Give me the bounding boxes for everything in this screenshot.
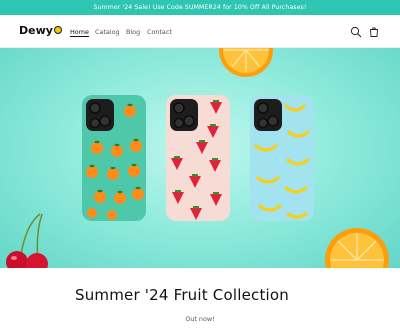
announcement-bar: Summer '24 Sale! Use Code SUMMER24 for 1… (0, 0, 400, 15)
collection-subtitle: Out now! (185, 315, 215, 323)
cherries (6, 213, 48, 268)
phone-case-oranges (82, 95, 146, 221)
nav-home[interactable]: Home (70, 28, 89, 36)
collection-title: Summer '24 Fruit Collection (74, 286, 290, 304)
phone-case-bananas (250, 95, 314, 221)
orange-slice-top (219, 48, 273, 77)
search-icon[interactable] (350, 26, 362, 38)
nav-catalog[interactable]: Catalog (95, 28, 120, 36)
hero-image (6, 48, 389, 268)
announcement-text: Summer '24 Sale! Use Code SUMMER24 for 1… (93, 4, 307, 11)
phone-case-strawberries (166, 95, 230, 221)
cart-icon[interactable] (368, 26, 380, 38)
logo-text: Dewy (19, 24, 53, 37)
hero-banner[interactable] (0, 48, 400, 268)
orange-slice-bottom (325, 228, 389, 268)
nav-blog[interactable]: Blog (126, 28, 140, 36)
store-logo[interactable]: Dewy (19, 24, 62, 38)
site-header: Dewy Home Catalog Blog Contact (0, 15, 400, 48)
smiley-icon (53, 26, 62, 34)
nav-contact[interactable]: Contact (147, 28, 172, 36)
